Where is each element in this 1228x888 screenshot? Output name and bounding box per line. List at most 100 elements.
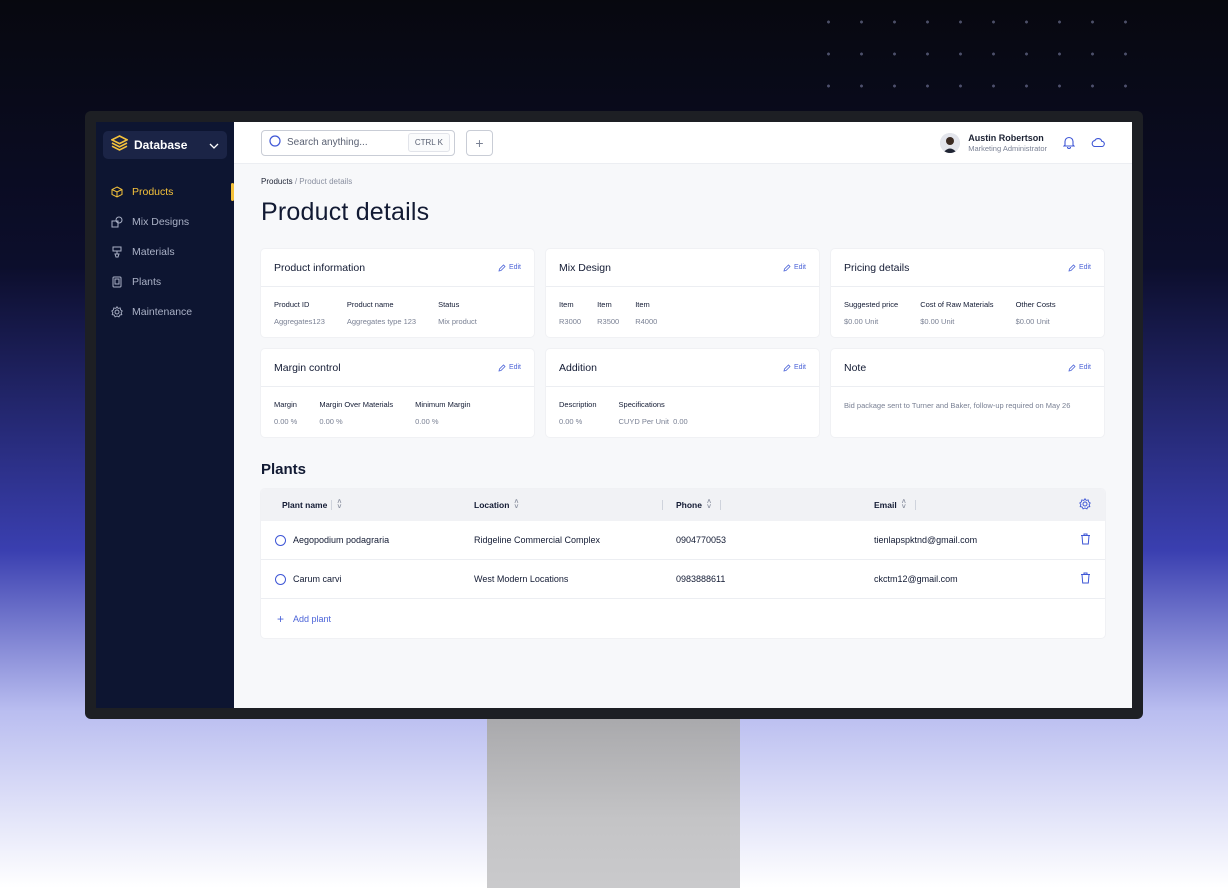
- pricing-details-card: Pricing details Edit Suggested price $0.0…: [831, 249, 1104, 337]
- card-body: Product ID Aggregates123 Product name Aggr…: [261, 287, 534, 326]
- field-value: 0.00 %: [415, 417, 439, 426]
- field: Cost of Raw Materials $0.00 Unit: [920, 300, 993, 326]
- margin-control-card: Margin control Edit Margin 0.00 % Margin …: [261, 349, 534, 437]
- edit-button[interactable]: Edit: [498, 263, 521, 272]
- plus-icon: +: [475, 134, 484, 151]
- cloud-icon[interactable]: [1091, 137, 1105, 148]
- field-value: $0.00 Unit: [1015, 317, 1050, 326]
- pencil-icon: [498, 363, 506, 372]
- card-body: Suggested price $0.00 Unit Cost of Raw Ma…: [831, 287, 1104, 326]
- chevron-down-icon: [209, 136, 219, 154]
- edit-label: Edit: [508, 364, 521, 371]
- keyboard-shortcut-badge: CTRL K: [407, 133, 450, 152]
- column-header-plant-name[interactable]: Plant name ˄ ˅: [261, 499, 474, 511]
- sort-icon[interactable]: ˄ ˅: [902, 499, 906, 511]
- edit-button[interactable]: Edit: [498, 363, 521, 372]
- card-header: Mix Design Edit: [546, 249, 819, 287]
- card-body: Item R3000 Item R3500 Item R4000: [546, 287, 819, 326]
- column-header-phone[interactable]: Phone ˄ ˅: [662, 499, 874, 511]
- layers-logo-icon: [110, 134, 129, 156]
- row-select-radio[interactable]: [275, 573, 286, 585]
- field-label: Description: [559, 400, 597, 409]
- column-label: Location: [474, 500, 510, 510]
- trash-icon[interactable]: [1080, 572, 1091, 586]
- plant-name-cell: Carum carvi: [261, 573, 474, 585]
- plant-location: Ridgeline Commercial Complex: [474, 535, 601, 545]
- bell-icon[interactable]: [1063, 136, 1075, 149]
- field: Product name Aggregates type 123: [347, 300, 416, 326]
- app-screen: Database Products Mix Designs Materials: [96, 122, 1132, 708]
- field-label: Item: [635, 300, 650, 309]
- top-bar: Search anything... CTRL K + Austin Rober…: [234, 122, 1132, 164]
- plant-phone: 0983888611: [676, 574, 726, 584]
- table-header: Plant name ˄ ˅ Location ˄ ˅ Phone ˄ ˅ Em…: [261, 489, 1105, 521]
- field-label: Margin Over Materials: [319, 400, 394, 409]
- edit-button[interactable]: Edit: [1068, 363, 1091, 372]
- user-menu[interactable]: Austin Robertson Marketing Administrator: [940, 132, 1105, 153]
- add-button[interactable]: +: [466, 129, 493, 156]
- plus-icon: +: [277, 611, 285, 626]
- column-label: Plant name: [282, 500, 328, 510]
- plant-email: tienlapspktnd@gmail.com: [874, 535, 978, 545]
- note-card: Note Edit Bid package sent to Turner and…: [831, 349, 1104, 437]
- row-select-radio[interactable]: [275, 534, 286, 546]
- field-value: R4000: [635, 317, 658, 326]
- field: Item R3000: [559, 300, 581, 326]
- plant-name: Carum carvi: [293, 574, 342, 584]
- search-input[interactable]: Search anything... CTRL K: [261, 129, 455, 156]
- field-value: 0.00 %: [559, 417, 583, 426]
- pencil-icon: [783, 363, 791, 372]
- settings-icon[interactable]: [1079, 498, 1091, 512]
- sidebar-item-label: Products: [132, 186, 174, 198]
- settings-icon: [111, 306, 123, 318]
- field: Product ID Aggregates123: [274, 300, 325, 326]
- field-label: Margin: [274, 400, 297, 409]
- document-icon: [111, 276, 123, 288]
- mix-design-card: Mix Design Edit Item R3000 Item R3500 Item…: [546, 249, 819, 337]
- field: Item R4000: [635, 300, 657, 326]
- trash-icon[interactable]: [1080, 533, 1091, 547]
- add-plant-label: Add plant: [293, 613, 332, 624]
- field: Minimum Margin 0.00 %: [415, 400, 470, 426]
- add-plant-button[interactable]: + Add plant: [261, 599, 1105, 638]
- edit-button[interactable]: Edit: [783, 263, 806, 272]
- field: Suggested price $0.00 Unit: [844, 300, 898, 326]
- field: Margin 0.00 %: [274, 400, 297, 426]
- table-row: Carum carvi West Modern Locations 098388…: [261, 560, 1105, 599]
- sidebar-item-maintenance[interactable]: Maintenance: [96, 297, 234, 327]
- column-header-email[interactable]: Email ˄ ˅: [874, 499, 1064, 511]
- sidebar-item-plants[interactable]: Plants: [96, 267, 234, 297]
- sidebar-item-products[interactable]: Products: [96, 177, 234, 207]
- sidebar-item-label: Plants: [132, 276, 162, 288]
- page-content: Products / Product details Product detai…: [234, 164, 1132, 638]
- sort-icon[interactable]: ˄ ˅: [707, 499, 711, 511]
- sidebar-item-materials[interactable]: Materials: [96, 237, 234, 267]
- edit-button[interactable]: Edit: [1068, 263, 1091, 272]
- card-title: Addition: [559, 361, 597, 374]
- monitor-frame: Database Products Mix Designs Materials: [85, 111, 1143, 719]
- search-placeholder: Search anything...: [287, 137, 368, 148]
- sidebar-nav: Products Mix Designs Materials Plants Ma…: [96, 177, 234, 327]
- field: Specifications CUYD Per Unit 0.00: [619, 400, 688, 426]
- card-title: Mix Design: [559, 261, 611, 274]
- sidebar-item-mix-designs[interactable]: Mix Designs: [96, 207, 234, 237]
- sort-icon[interactable]: ˄ ˅: [337, 499, 341, 511]
- database-switcher[interactable]: Database: [103, 131, 227, 159]
- sort-icon[interactable]: ˄ ˅: [514, 499, 518, 511]
- breadcrumb-parent[interactable]: Products: [261, 177, 293, 186]
- field-label: Product name: [346, 300, 394, 309]
- sidebar-item-label: Materials: [132, 246, 175, 258]
- column-label: Phone: [676, 500, 702, 510]
- mixer-icon: [111, 246, 123, 258]
- card-title: Product information: [274, 261, 366, 274]
- plant-name-cell: Aegopodium podagraria: [261, 534, 474, 546]
- edit-button[interactable]: Edit: [783, 363, 806, 372]
- field-value: CUYD Per Unit 0.00: [618, 417, 688, 426]
- card-header: Product information Edit: [261, 249, 534, 287]
- monitor-stand: [487, 718, 740, 888]
- column-divider: [331, 500, 333, 510]
- field-value: 0.00 %: [274, 417, 298, 426]
- column-header-location[interactable]: Location ˄ ˅: [474, 499, 662, 511]
- field-label: Suggested price: [844, 300, 899, 309]
- sidebar-item-label: Maintenance: [132, 306, 193, 318]
